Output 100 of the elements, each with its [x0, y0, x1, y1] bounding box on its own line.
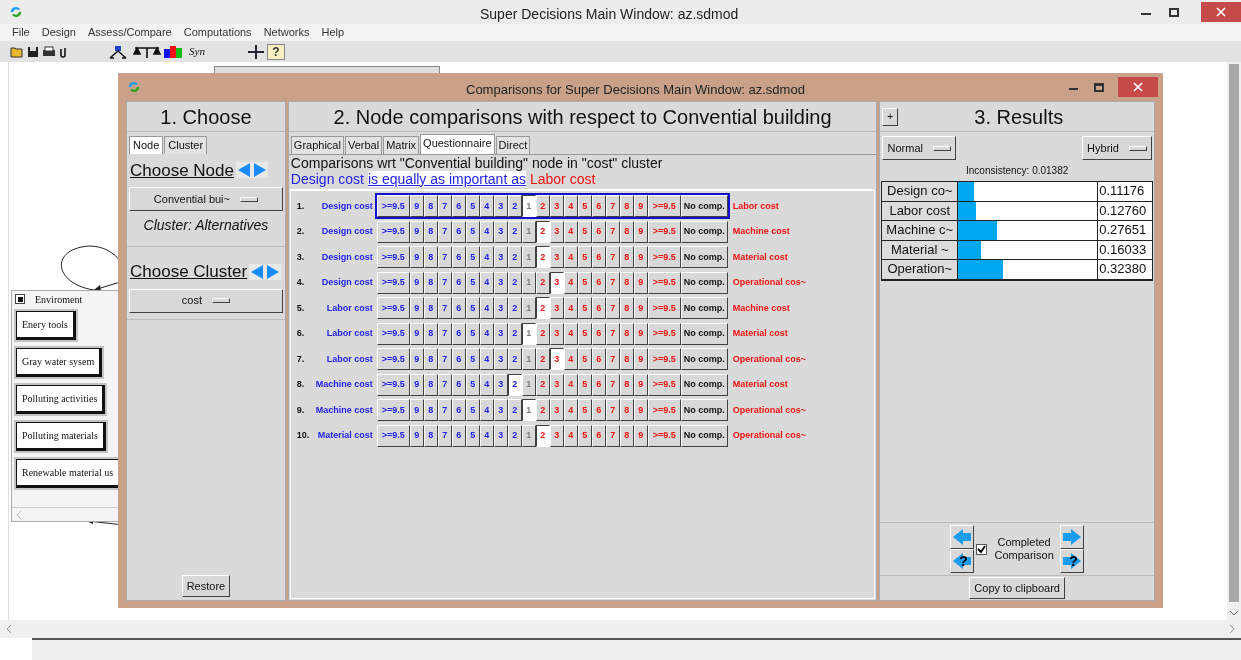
restore-icon[interactable] [1169, 7, 1179, 17]
cluster-menu-icon[interactable] [15, 294, 25, 304]
scale-button[interactable]: No comp. [680, 297, 728, 320]
row-number: 2. [295, 225, 306, 238]
scale-button[interactable]: No comp. [680, 246, 728, 269]
scale-button[interactable]: >=9.5 [376, 348, 410, 371]
close-button[interactable] [1201, 2, 1241, 22]
bar-chart-icon[interactable] [164, 45, 182, 58]
scale-button[interactable]: >=9.5 [376, 297, 410, 320]
section-heading: Choose Cluster [130, 261, 248, 283]
scale-button[interactable]: >=9.5 [647, 271, 681, 294]
scale-button[interactable]: >=9.5 [376, 399, 410, 422]
completed-checkbox[interactable] [976, 543, 988, 555]
scale-button[interactable]: No comp. [680, 220, 728, 243]
left-element-label: Machine cost [314, 403, 374, 417]
help-button[interactable]: ? [266, 43, 285, 60]
scale-button[interactable]: >=9.5 [647, 297, 681, 320]
menu-item[interactable]: Help [321, 24, 345, 41]
close-icon [1133, 82, 1143, 92]
row-number: 3. [295, 250, 306, 264]
row-number: 8. [295, 378, 306, 391]
panel-heading: 1. Choose [127, 102, 285, 132]
prev-next-arrows-icon[interactable] [249, 263, 282, 280]
scale-button[interactable]: No comp. [680, 348, 728, 371]
scale-button[interactable]: >=9.5 [647, 246, 681, 269]
row-number: 10. [295, 429, 311, 442]
tab[interactable]: Graphical [290, 136, 344, 154]
tab[interactable]: Questionnaire [420, 134, 495, 154]
scale-button[interactable]: >=9.5 [647, 399, 681, 422]
scale-button[interactable]: >=9.5 [647, 322, 681, 345]
restore-button[interactable]: Restore [181, 575, 231, 597]
menu-item[interactable]: Networks [263, 24, 310, 41]
scale-button[interactable]: >=9.5 [647, 373, 681, 396]
row-number: 7. [295, 352, 306, 366]
node-button[interactable]: Enery tools [14, 309, 78, 342]
scale-button[interactable]: >=9.5 [647, 424, 681, 447]
synthesize-label[interactable]: Syn [189, 43, 205, 60]
scale-button[interactable]: >=9.5 [647, 348, 681, 371]
scale-button[interactable]: No comp. [680, 424, 728, 447]
right-element-label: Operational cos~ [731, 276, 807, 289]
right-element-label: Machine cost [731, 301, 790, 315]
cluster-dropdown[interactable]: cost [129, 288, 283, 313]
next-incomplete-button[interactable]: ? [1060, 549, 1085, 573]
scale-button[interactable]: >=9.5 [376, 424, 410, 447]
node-dropdown[interactable]: Convential bui~ [129, 187, 283, 211]
expand-button[interactable]: + [882, 107, 899, 126]
balance-icon[interactable] [133, 44, 161, 59]
scroll-down-icon[interactable] [1230, 610, 1238, 616]
scale-button[interactable]: No comp. [680, 373, 728, 396]
scale-button[interactable]: >=9.5 [376, 220, 410, 243]
save-icon[interactable] [27, 45, 39, 58]
next-button[interactable] [1060, 525, 1085, 549]
folder-icon[interactable] [10, 45, 24, 58]
maximize-icon[interactable] [1094, 82, 1104, 92]
left-element-label: Labor cost [325, 352, 374, 366]
printer-icon[interactable] [42, 45, 56, 58]
crosshair-icon[interactable] [247, 44, 264, 59]
app-icon [128, 81, 140, 93]
scale-button[interactable]: >=9.5 [376, 373, 410, 396]
dropdown-indicator-icon [240, 196, 258, 202]
paperclip-icon[interactable] [59, 45, 67, 58]
previous-incomplete-button[interactable]: ? [950, 549, 975, 573]
result-value: 0.27651 [1098, 221, 1152, 240]
menu-item[interactable]: File [12, 24, 30, 41]
scale-button[interactable]: >=9.5 [647, 220, 681, 243]
scale-button[interactable]: No comp. [680, 322, 728, 345]
scale-button[interactable]: >=9.5 [376, 322, 410, 345]
row-number: 5. [295, 301, 306, 315]
left-element-label: Machine cost [314, 378, 374, 391]
right-element-label: Material cost [731, 327, 788, 340]
node-button[interactable]: Polluting activities [14, 383, 108, 416]
vertical-scrollbar[interactable] [1227, 62, 1241, 620]
cluster-caption: Cluster: Alternatives [142, 216, 270, 235]
tab[interactable]: Matrix [383, 136, 420, 154]
tab[interactable]: Direct [495, 136, 531, 154]
dropdown-indicator-icon [933, 145, 951, 151]
scale-button[interactable]: >=9.5 [376, 195, 410, 218]
tab[interactable]: Verbal [344, 136, 383, 154]
previous-button[interactable] [950, 525, 975, 549]
scale-button[interactable]: No comp. [680, 271, 728, 294]
scale-button[interactable]: >=9.5 [376, 246, 410, 269]
left-element-label: Design cost [320, 250, 374, 264]
copy-button[interactable]: Copy to clipboard [969, 577, 1065, 599]
close-button[interactable] [1118, 77, 1158, 97]
menu-item[interactable]: Design [41, 24, 76, 41]
normalization-dropdown[interactable]: Normal [882, 136, 957, 160]
node-button[interactable]: Polluting materials [14, 420, 108, 453]
scale-button[interactable]: No comp. [680, 399, 728, 422]
right-element-label: Operational cos~ [731, 403, 807, 417]
menu-item[interactable]: Assess/Compare [88, 24, 172, 41]
scale-button[interactable]: >=9.5 [376, 271, 410, 294]
verbal-judgment-link[interactable]: is equally as important as [368, 170, 526, 187]
tab[interactable]: Node [129, 136, 164, 154]
tab[interactable]: Cluster [164, 136, 208, 154]
menu-item[interactable]: Computations [183, 24, 252, 41]
mode-dropdown[interactable]: Hybrid [1082, 136, 1152, 160]
prev-next-arrows-icon[interactable] [235, 162, 268, 179]
scale-button[interactable]: No comp. [680, 195, 728, 218]
node-button[interactable]: Gray water sysem [14, 346, 105, 379]
scale-button[interactable]: >=9.5 [647, 195, 681, 218]
